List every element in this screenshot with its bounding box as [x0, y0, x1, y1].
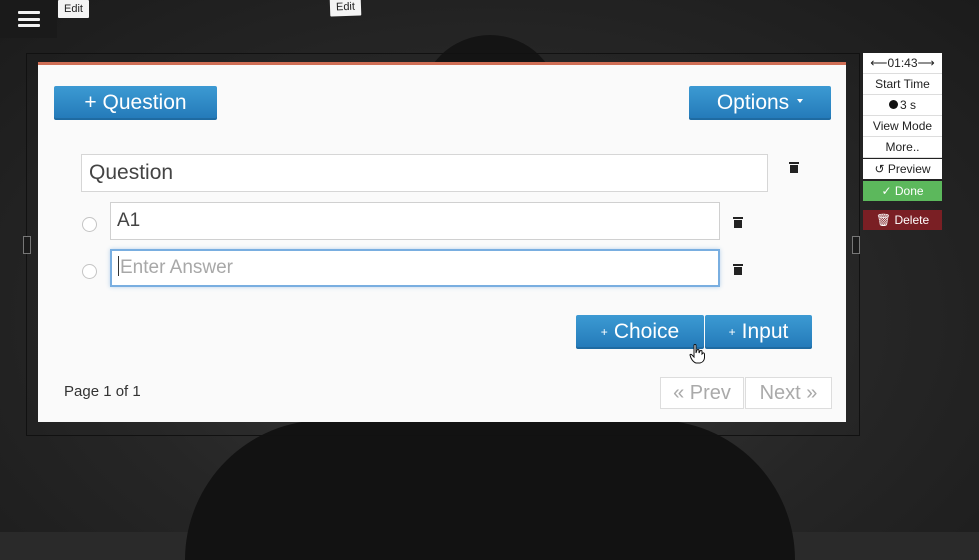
duration-value: 3 s	[899, 98, 916, 112]
add-input-button[interactable]: + Input	[705, 315, 812, 349]
clock-icon	[888, 100, 898, 110]
page-info: Page 1 of 1	[64, 383, 141, 400]
question-input[interactable]: Question	[81, 154, 768, 192]
hamburger-icon	[17, 11, 40, 27]
add-choice-button[interactable]: + Choice	[576, 315, 704, 349]
answer-input[interactable]: A1	[110, 202, 720, 240]
resize-handle-left[interactable]	[23, 236, 31, 254]
answer-placeholder: Enter Answer	[120, 257, 233, 278]
done-label: Done	[894, 184, 924, 198]
undo-icon: ↺	[874, 162, 885, 176]
caret-down-icon	[797, 99, 804, 103]
edit-label[interactable]: Edit	[58, 0, 89, 18]
answer-radio[interactable]	[82, 264, 97, 279]
add-question-button[interactable]: + Question	[54, 86, 217, 120]
add-choice-label: Choice	[613, 320, 680, 343]
options-label: Options	[716, 91, 790, 114]
resize-handle-right[interactable]	[852, 236, 860, 254]
next-button[interactable]: Next »	[745, 377, 832, 409]
delete-button[interactable]: 🗑 Delete	[863, 210, 942, 230]
text-caret	[118, 256, 119, 277]
delete-label: Delete	[894, 213, 930, 227]
trash-icon: 🗑	[875, 213, 892, 227]
plus-icon: +	[600, 325, 608, 339]
trash-icon[interactable]	[733, 217, 743, 228]
answer-radio[interactable]	[82, 217, 97, 232]
trash-icon[interactable]	[733, 264, 743, 275]
hand-cursor-icon	[689, 344, 705, 364]
trash-icon[interactable]	[789, 162, 799, 173]
duration-control[interactable]: 3 s	[863, 95, 942, 116]
menu-button[interactable]	[0, 0, 57, 38]
view-mode-button[interactable]: View Mode	[863, 116, 942, 137]
add-input-label: Input	[741, 320, 789, 343]
done-button[interactable]: ✓ Done	[863, 181, 942, 201]
time-readout[interactable]: ⟵01:43⟶	[863, 53, 942, 74]
edit-label[interactable]: Edit	[329, 0, 362, 17]
preview-label: Preview	[887, 162, 931, 176]
check-icon: ✓	[881, 184, 892, 198]
more-button[interactable]: More..	[863, 137, 942, 158]
question-editor-card: + Question Options Question A1 Enter Ans…	[38, 62, 846, 422]
start-time-button[interactable]: Start Time	[863, 74, 942, 95]
answer-input-focused[interactable]: Enter Answer	[110, 249, 720, 287]
timing-panel: ⟵01:43⟶ Start Time 3 s View Mode More..	[863, 53, 942, 158]
preview-button[interactable]: ↺ Preview	[863, 159, 942, 179]
plus-icon: +	[728, 325, 736, 339]
options-dropdown-button[interactable]: Options	[689, 86, 831, 120]
presenter-silhouette-body	[185, 420, 795, 560]
prev-button[interactable]: « Prev	[660, 377, 744, 409]
